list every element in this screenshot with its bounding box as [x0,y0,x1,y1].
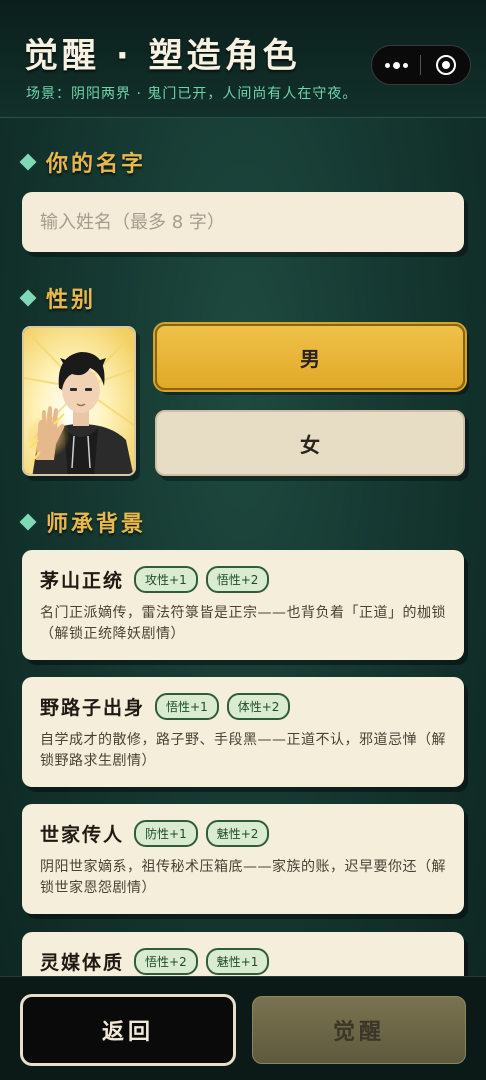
stat-badge: 防性+1 [134,820,198,847]
section-gender-label: 性别 [46,288,97,313]
section-name-label: 你的名字 [46,152,147,177]
card-title: 茅山正统 [40,570,125,592]
header: 觉醒 · 塑造角色 场景：阴阳两界 · 鬼门已开，人间尚有人在守夜。 [0,0,486,118]
app-root: 觉醒 · 塑造角色 场景：阴阳两界 · 鬼门已开，人间尚有人在守夜。 你的名字 … [0,0,486,1080]
section-background-header: 师承背景 [19,506,147,538]
gender-female-button[interactable]: 女 [155,410,465,476]
scene-subtitle: 场景：阴阳两界 · 鬼门已开，人间尚有人在守夜。 [26,86,358,102]
mini-program-capsule [371,45,471,85]
diamond-bullet-icon [19,153,37,171]
name-input[interactable] [22,192,464,252]
card-description: 名门正派嫡传，雷法符箓皆是正宗——也背负着「正道」的枷锁（解锁正统降妖剧情） [40,605,446,642]
stat-badge: 悟性+2 [134,948,198,975]
bottom-action-bar: 返回 觉醒 [0,976,486,1080]
card-title: 野路子出身 [40,697,146,719]
page-title: 觉醒 · 塑造角色 [24,36,301,76]
avatar-portrait [24,328,134,474]
back-button[interactable]: 返回 [20,994,236,1066]
gender-male-button[interactable]: 男 [155,324,465,390]
stat-badge: 攻性+1 [134,566,198,593]
section-name-header: 你的名字 [19,146,147,178]
section-background-label: 师承背景 [46,512,147,537]
more-dots-icon[interactable] [372,46,420,84]
stat-badge: 悟性+2 [205,566,270,593]
stat-badge: 悟性+1 [155,693,219,720]
close-target-icon[interactable] [421,46,470,84]
card-header: 世家传人 防性+1 魅性+2 [40,820,446,847]
background-card-wild[interactable]: 野路子出身 悟性+1 体性+2 自学成才的散修，路子野、手段黑——正道不认，邪道… [22,677,464,787]
card-title: 世家传人 [40,824,125,846]
card-header: 野路子出身 悟性+1 体性+2 [40,693,446,720]
card-description: 自学成才的散修，路子野、手段黑——正道不认，邪道忌惮（解锁野路求生剧情） [40,732,446,769]
diamond-bullet-icon [19,289,37,307]
card-title: 灵媒体质 [40,952,125,974]
stat-badge: 体性+2 [226,693,291,720]
stat-badge: 魅性+1 [205,948,270,975]
background-card-family[interactable]: 世家传人 防性+1 魅性+2 阴阳世家嫡系，祖传秘术压箱底——家族的账，迟早要你… [22,804,464,914]
card-header: 茅山正统 攻性+1 悟性+2 [40,566,446,593]
background-card-maoshan[interactable]: 茅山正统 攻性+1 悟性+2 名门正派嫡传，雷法符箓皆是正宗——也背负着「正道」… [22,550,464,660]
diamond-bullet-icon [19,513,37,531]
section-gender-header: 性别 [19,282,97,314]
character-avatar [22,326,136,476]
card-header: 灵媒体质 悟性+2 魅性+1 [40,948,446,975]
card-description: 阴阳世家嫡系，祖传秘术压箱底——家族的账，迟早要你还（解锁世家恩怨剧情） [40,859,446,896]
awaken-button[interactable]: 觉醒 [252,996,466,1064]
stat-badge: 魅性+2 [205,820,270,847]
